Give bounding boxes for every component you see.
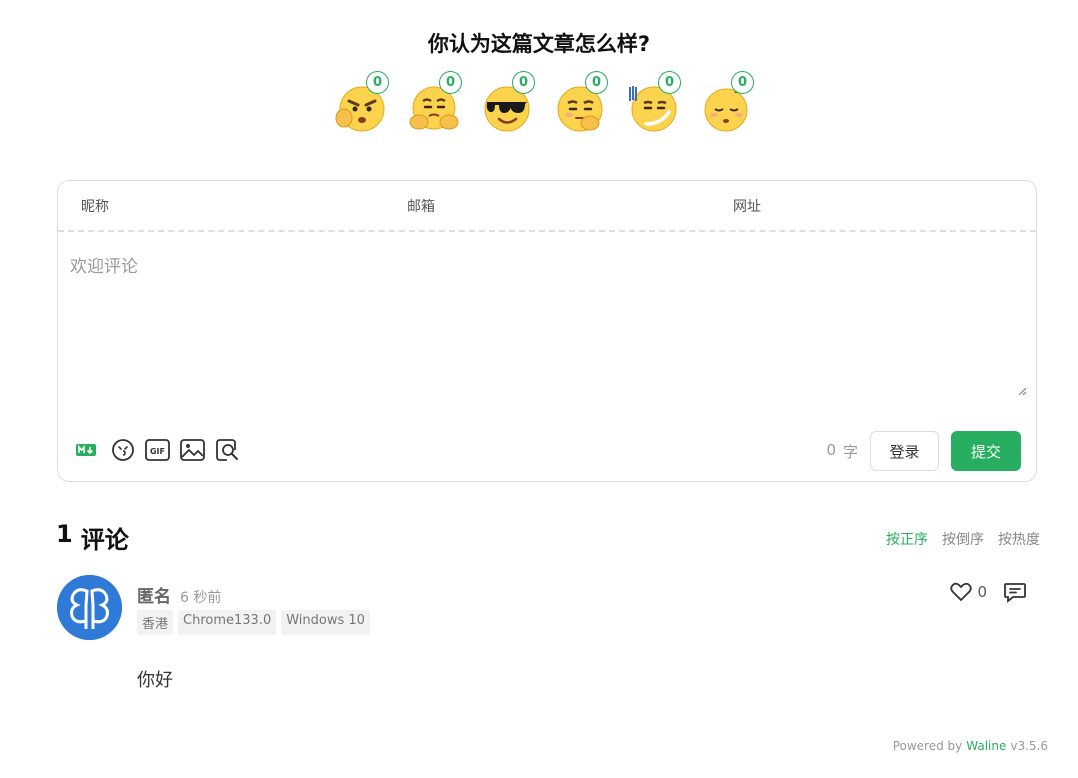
form-header: 昵称 邮箱 网址 bbox=[58, 181, 1036, 232]
sort-desc-tab[interactable]: 按倒序 bbox=[942, 529, 984, 549]
reaction-count: 0 bbox=[512, 71, 535, 94]
reaction-shrug[interactable]: 0 bbox=[408, 71, 462, 134]
image-icon[interactable] bbox=[180, 437, 205, 462]
word-count-unit: 字 bbox=[842, 442, 858, 461]
powered-prefix: Powered by bbox=[892, 739, 963, 753]
preview-icon[interactable] bbox=[215, 437, 240, 462]
comment-count-label: 评论 bbox=[80, 526, 129, 554]
svg-text:GIF: GIF bbox=[150, 447, 165, 456]
emoji-icon[interactable] bbox=[110, 437, 135, 462]
reply-icon[interactable] bbox=[1003, 581, 1027, 603]
sort-asc-tab[interactable]: 按正序 bbox=[886, 529, 928, 549]
comment-content: 你好 bbox=[137, 670, 173, 691]
reaction-thinking[interactable]: 0 bbox=[554, 71, 608, 134]
comment-count-heading: 1 评论 bbox=[56, 520, 129, 555]
waline-link[interactable]: Waline bbox=[966, 739, 1006, 753]
nick-field[interactable]: 昵称 bbox=[58, 181, 384, 230]
reaction-awkward[interactable]: 0 bbox=[627, 71, 681, 134]
login-button[interactable]: 登录 bbox=[870, 431, 939, 471]
reaction-list: 0 0 0 0 0 0 bbox=[0, 71, 1078, 134]
editor-toolbar: GIF bbox=[75, 437, 240, 462]
sort-hot-tab[interactable]: 按热度 bbox=[998, 529, 1040, 549]
reaction-count: 0 bbox=[366, 71, 389, 94]
reaction-count: 0 bbox=[731, 71, 754, 94]
comment-count: 1 bbox=[56, 520, 73, 548]
like-count: 0 bbox=[977, 583, 987, 601]
comment-time: 6 秒前 bbox=[180, 590, 222, 606]
reaction-sleepy[interactable]: 0 bbox=[700, 71, 754, 134]
gif-icon[interactable]: GIF bbox=[145, 437, 170, 462]
comment-meta: 匿名 6 秒前 bbox=[137, 582, 221, 607]
version: v3.5.6 bbox=[1010, 739, 1048, 753]
comment-editor[interactable]: 欢迎评论 bbox=[59, 234, 1035, 400]
reaction-count: 0 bbox=[439, 71, 462, 94]
comment-author: 匿名 bbox=[137, 587, 171, 607]
like-button[interactable]: 0 bbox=[950, 582, 987, 602]
form-actions: 0 字 登录 提交 bbox=[826, 431, 1021, 471]
comment-tags: 香港 Chrome133.0 Windows 10 bbox=[137, 610, 370, 635]
comment-actions: 0 bbox=[950, 581, 1027, 603]
reaction-count: 0 bbox=[585, 71, 608, 94]
powered-by: Powered by Waline v3.5.6 bbox=[893, 739, 1048, 753]
word-count-value: 0 bbox=[826, 440, 836, 459]
email-field[interactable]: 邮箱 bbox=[384, 181, 710, 230]
reaction-title: 你认为这篇文章怎么样? bbox=[427, 32, 651, 56]
comment-form: 昵称 邮箱 网址 欢迎评论 GIF 0 字 登录 提交 bbox=[57, 180, 1037, 482]
avatar bbox=[57, 575, 122, 640]
location-tag: 香港 bbox=[137, 610, 174, 635]
markdown-icon[interactable] bbox=[75, 437, 97, 462]
heart-icon bbox=[950, 582, 973, 602]
word-count: 0 字 bbox=[826, 441, 858, 462]
submit-button[interactable]: 提交 bbox=[951, 431, 1021, 471]
reaction-angry[interactable]: 0 bbox=[335, 71, 389, 134]
os-tag: Windows 10 bbox=[281, 610, 370, 635]
resize-grip-icon[interactable] bbox=[1018, 387, 1026, 395]
browser-tag: Chrome133.0 bbox=[178, 610, 277, 635]
link-field[interactable]: 网址 bbox=[710, 181, 1036, 230]
sort-tabs: 按正序 按倒序 按热度 bbox=[886, 529, 1040, 549]
reaction-cool[interactable]: 0 bbox=[481, 71, 535, 134]
reaction-count: 0 bbox=[658, 71, 681, 94]
